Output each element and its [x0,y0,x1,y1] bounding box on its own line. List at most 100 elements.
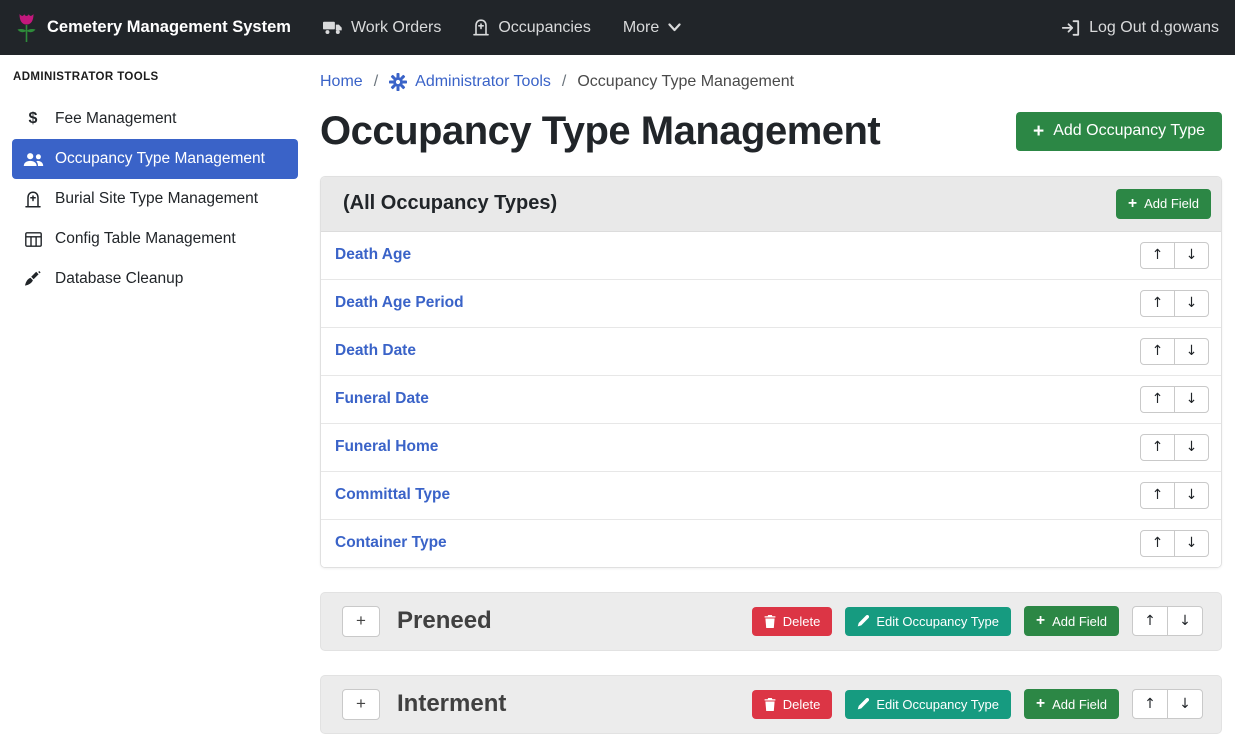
reorder-controls: ↑ ↓ [1140,386,1209,413]
field-link[interactable]: Committal Type [335,486,450,504]
nav-label-occupancies: Occupancies [498,19,591,37]
app-title: Cemetery Management System [47,18,291,37]
arrow-up-icon: ↑ [1152,439,1164,455]
logout-label: Log Out d.gowans [1089,19,1219,37]
add-field-label: Add Field [1052,614,1107,629]
delete-button[interactable]: Delete [752,690,833,719]
add-field-button[interactable]: + Add Field [1024,606,1119,636]
plus-icon: + [1033,122,1044,141]
move-up-button[interactable]: ↑ [1140,242,1175,269]
main-content: Home / [308,55,1235,738]
move-down-button[interactable]: ↓ [1174,482,1209,509]
move-down-button[interactable]: ↓ [1174,338,1209,365]
table-icon [20,232,46,247]
nav-item-occupancies[interactable]: Occupancies [473,19,591,37]
app-brand[interactable]: Cemetery Management System [16,12,291,43]
move-down-button[interactable]: ↓ [1167,606,1203,636]
move-down-button[interactable]: ↓ [1174,386,1209,413]
expand-button[interactable]: + [342,606,380,637]
occupancy-type-title: Interment [397,690,752,718]
field-row: Container Type ↑ ↓ [321,519,1221,567]
top-navbar: Cemetery Management System Work Orders [0,0,1235,55]
arrow-up-icon: ↑ [1152,343,1164,359]
arrow-down-icon: ↓ [1186,343,1198,359]
card-title: (All Occupancy Types) [343,192,557,215]
arrow-down-icon: ↓ [1179,613,1191,629]
nav-label-work-orders: Work Orders [351,19,441,37]
plus-icon: + [1128,196,1137,212]
move-up-button[interactable]: ↑ [1132,689,1168,719]
arrow-down-icon: ↓ [1186,391,1198,407]
arrow-up-icon: ↑ [1152,247,1164,263]
move-down-button[interactable]: ↓ [1174,530,1209,557]
move-up-button[interactable]: ↑ [1140,530,1175,557]
move-up-button[interactable]: ↑ [1132,606,1168,636]
breadcrumb-current: Occupancy Type Management [577,73,794,91]
reorder-controls: ↑ ↓ [1140,482,1209,509]
arrow-down-icon: ↓ [1186,439,1198,455]
add-occupancy-type-label: Add Occupancy Type [1053,122,1205,140]
sidebar-item-config-table-management[interactable]: Config Table Management [12,219,298,259]
all-occupancy-types-card: (All Occupancy Types) + Add Field Death … [320,176,1222,568]
occupancy-type-panel-interment: + Interment Delete [320,675,1222,734]
plus-icon: + [356,694,366,714]
move-up-button[interactable]: ↑ [1140,482,1175,509]
logout-button[interactable]: Log Out d.gowans [1062,19,1219,37]
panel-actions: Delete Edit Occupancy Type + Add Field ↑ [752,606,1203,636]
move-down-button[interactable]: ↓ [1174,434,1209,461]
dollar-icon: $ [20,110,46,128]
field-link[interactable]: Death Date [335,342,416,360]
field-link[interactable]: Funeral Home [335,438,438,456]
delete-label: Delete [783,614,821,629]
trash-icon [764,615,776,628]
field-link[interactable]: Death Age Period [335,294,464,312]
chevron-down-icon [668,23,681,32]
move-up-button[interactable]: ↑ [1140,290,1175,317]
field-link[interactable]: Death Age [335,246,411,264]
sidebar-item-burial-site-type-management[interactable]: Burial Site Type Management [12,179,298,219]
move-down-button[interactable]: ↓ [1174,242,1209,269]
edit-occupancy-type-button[interactable]: Edit Occupancy Type [845,690,1011,719]
add-field-button[interactable]: + Add Field [1116,189,1211,219]
breadcrumb-home-label: Home [320,73,363,91]
field-row: Committal Type ↑ ↓ [321,471,1221,519]
plus-icon: + [1036,613,1045,629]
reorder-controls: ↑ ↓ [1132,689,1203,719]
move-up-button[interactable]: ↑ [1140,338,1175,365]
occupancy-type-panel-preneed: + Preneed Delete [320,592,1222,651]
sidebar-item-database-cleanup[interactable]: Database Cleanup [12,259,298,299]
sidebar-item-occupancy-type-management[interactable]: Occupancy Type Management [12,139,298,179]
reorder-controls: ↑ ↓ [1140,290,1209,317]
headstone-icon [20,191,46,208]
arrow-up-icon: ↑ [1144,613,1156,629]
field-link[interactable]: Container Type [335,534,447,552]
sidebar-heading: Administrator Tools [13,71,298,83]
move-down-button[interactable]: ↓ [1167,689,1203,719]
nav-item-more[interactable]: More [623,19,681,37]
arrow-up-icon: ↑ [1152,535,1164,551]
pencil-icon [857,615,869,627]
breadcrumb-home[interactable]: Home [320,73,363,91]
add-occupancy-type-button[interactable]: + Add Occupancy Type [1016,112,1222,151]
plus-icon: + [356,611,366,631]
move-down-button[interactable]: ↓ [1174,290,1209,317]
sidebar-item-label: Fee Management [55,110,177,128]
arrow-up-icon: ↑ [1144,696,1156,712]
sidebar-item-fee-management[interactable]: $ Fee Management [12,99,298,139]
breadcrumb-admin-tools-label: Administrator Tools [415,73,551,91]
move-up-button[interactable]: ↑ [1140,386,1175,413]
field-row: Death Age ↑ ↓ [321,232,1221,279]
reorder-controls: ↑ ↓ [1140,434,1209,461]
expand-button[interactable]: + [342,689,380,720]
occupancy-type-title: Preneed [397,607,752,635]
edit-occupancy-type-button[interactable]: Edit Occupancy Type [845,607,1011,636]
field-link[interactable]: Funeral Date [335,390,429,408]
add-field-label: Add Field [1052,697,1107,712]
trash-icon [764,698,776,711]
card-header: (All Occupancy Types) + Add Field [321,177,1221,232]
delete-button[interactable]: Delete [752,607,833,636]
move-up-button[interactable]: ↑ [1140,434,1175,461]
add-field-button[interactable]: + Add Field [1024,689,1119,719]
nav-item-work-orders[interactable]: Work Orders [323,19,441,37]
breadcrumb-admin-tools[interactable]: Administrator Tools [389,73,551,91]
